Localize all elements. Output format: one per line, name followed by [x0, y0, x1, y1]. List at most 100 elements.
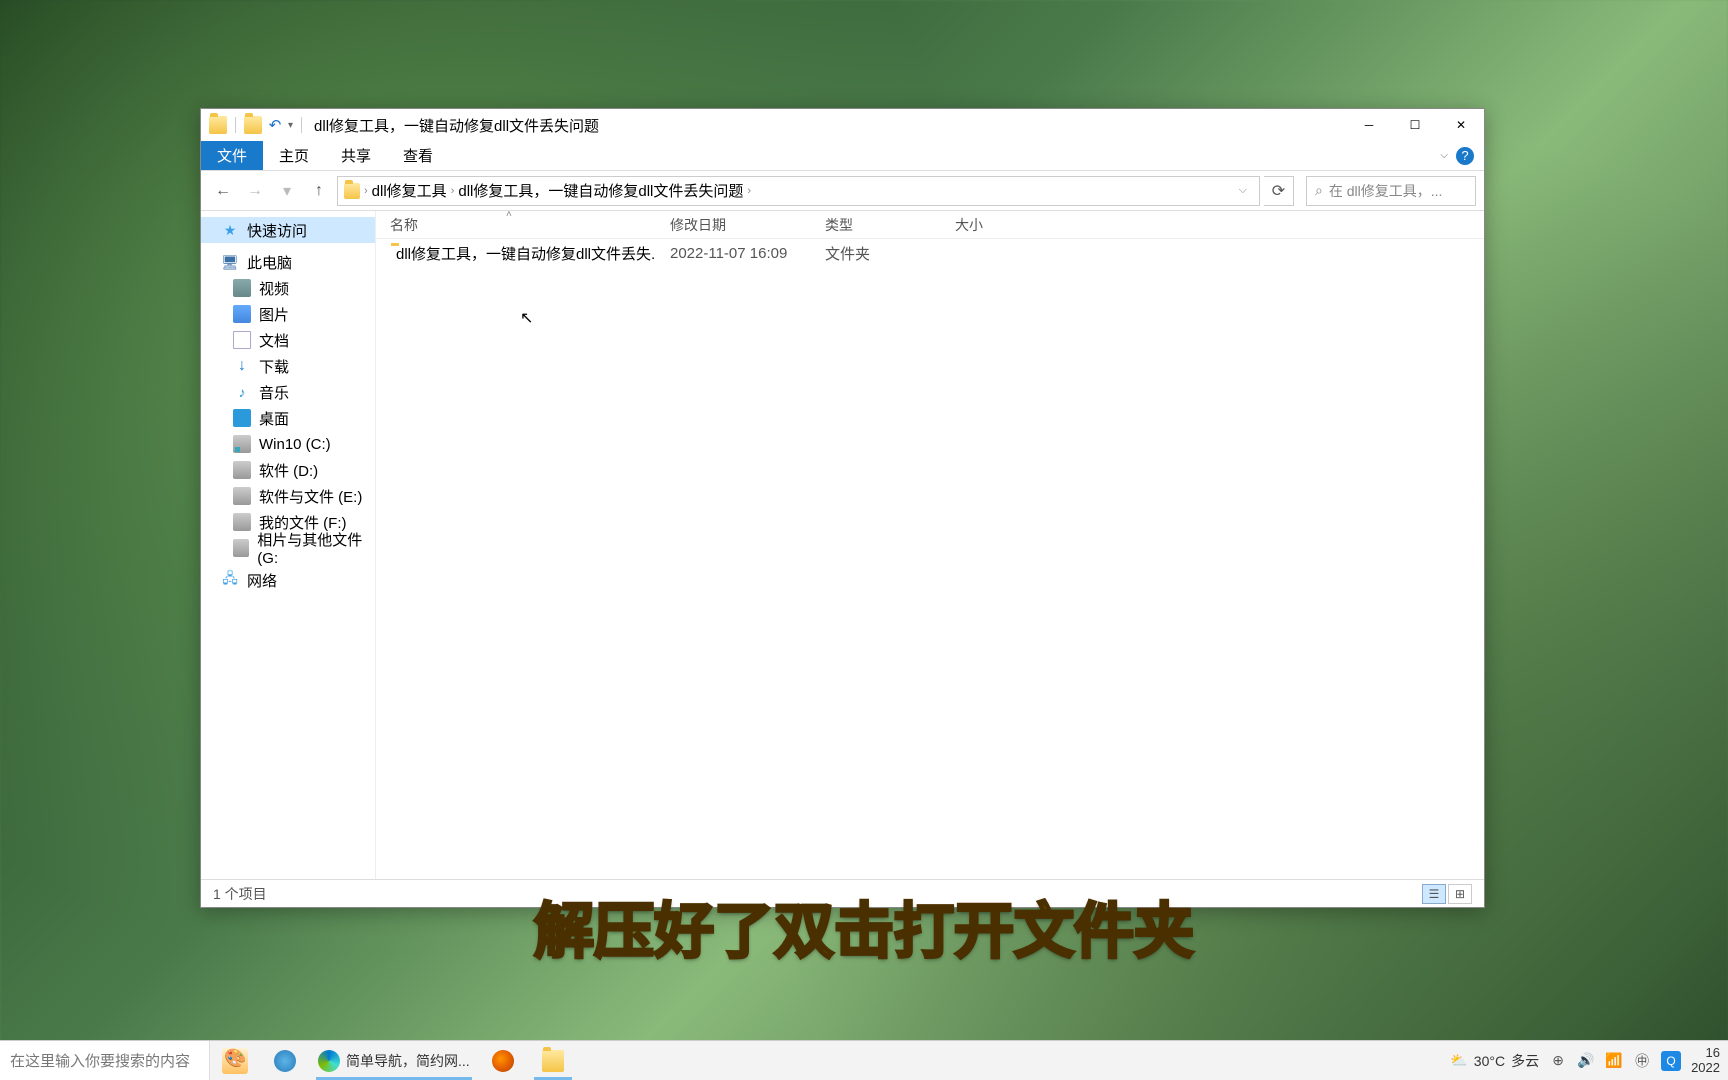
file-rows: dll修复工具，一键自动修复dll文件丢失... 2022-11-07 16:0…: [376, 239, 1484, 879]
search-placeholder: 在 dll修复工具，...: [1329, 181, 1443, 201]
firefox-icon: [492, 1050, 514, 1072]
icons-view-button[interactable]: ⊞: [1448, 884, 1472, 904]
navigation-pane: ★快速访问 🖥此电脑 视频 图片 文档 ↓下载 ♪音乐 桌面 Win10 (C:…: [201, 211, 376, 879]
sidebar-drive-g[interactable]: 相片与其他文件 (G:: [201, 535, 375, 561]
chevron-right-icon[interactable]: ›: [747, 185, 751, 197]
search-icon: ⌕: [1315, 182, 1323, 199]
sort-indicator-icon: ˄: [506, 211, 512, 220]
tab-view[interactable]: 查看: [387, 141, 449, 170]
content-area: ★快速访问 🖥此电脑 视频 图片 文档 ↓下载 ♪音乐 桌面 Win10 (C:…: [201, 211, 1484, 879]
up-button[interactable]: ↑: [305, 177, 333, 205]
tab-file[interactable]: 文件: [201, 141, 263, 170]
pc-icon: 🖥: [221, 253, 239, 271]
taskbar-app-explorer[interactable]: [528, 1041, 578, 1080]
file-row[interactable]: dll修复工具，一键自动修复dll文件丢失... 2022-11-07 16:0…: [376, 239, 1484, 267]
taskbar: 在这里输入你要搜索的内容 简单导航，简约网... ⛅ 30°C 多云 ⊕ 🔊 📶…: [0, 1040, 1728, 1080]
sidebar-drive-d[interactable]: 软件 (D:): [201, 457, 375, 483]
column-headers: ˄ 名称 修改日期 类型 大小: [376, 211, 1484, 239]
sidebar-videos[interactable]: 视频: [201, 275, 375, 301]
edge-icon: [318, 1050, 340, 1072]
tray-ime-icon[interactable]: ㊥: [1633, 1052, 1651, 1070]
back-button[interactable]: ←: [209, 177, 237, 205]
network-icon: 🖧: [221, 571, 239, 589]
sidebar-this-pc[interactable]: 🖥此电脑: [201, 249, 375, 275]
pictures-icon: [233, 305, 251, 323]
sidebar-pictures[interactable]: 图片: [201, 301, 375, 327]
sidebar-drive-c[interactable]: Win10 (C:): [201, 431, 375, 457]
address-bar[interactable]: › dll修复工具 › dll修复工具，一键自动修复dll文件丢失问题 › ⌵: [337, 176, 1260, 206]
document-icon: [233, 331, 251, 349]
drive-icon: [233, 461, 251, 479]
weather-icon: ⛅: [1450, 1052, 1467, 1069]
paint-icon: [222, 1048, 248, 1074]
sidebar-desktop[interactable]: 桌面: [201, 405, 375, 431]
taskbar-search[interactable]: 在这里输入你要搜索的内容: [0, 1041, 210, 1080]
chevron-down-icon[interactable]: ▾: [288, 120, 293, 131]
separator: [235, 117, 236, 133]
weather-desc: 多云: [1511, 1051, 1539, 1071]
sidebar-drive-e[interactable]: 软件与文件 (E:): [201, 483, 375, 509]
file-name: dll修复工具，一键自动修复dll文件丢失...: [396, 243, 656, 264]
system-tray: ⛅ 30°C 多云 ⊕ 🔊 📶 ㊥ Q 16 2022: [1450, 1046, 1728, 1075]
taskbar-clock[interactable]: 16 2022: [1691, 1046, 1720, 1075]
ribbon-tabs: 文件 主页 共享 查看 ⌵ ?: [201, 141, 1484, 171]
column-size[interactable]: 大小: [941, 215, 1021, 235]
maximize-button[interactable]: ☐: [1392, 109, 1438, 141]
sidebar-downloads[interactable]: ↓下载: [201, 353, 375, 379]
search-input[interactable]: ⌕ 在 dll修复工具，...: [1306, 176, 1476, 206]
column-type[interactable]: 类型: [811, 215, 941, 235]
window-title: dll修复工具，一键自动修复dll文件丢失问题: [314, 115, 599, 136]
video-subtitle: 解压好了双击打开文件夹: [534, 883, 1194, 970]
column-date[interactable]: 修改日期: [656, 215, 811, 235]
explorer-window: ↶ ▾ dll修复工具，一键自动修复dll文件丢失问题 ─ ☐ ✕ 文件 主页 …: [200, 108, 1485, 908]
undo-icon[interactable]: ↶: [266, 116, 284, 134]
forward-button[interactable]: →: [241, 177, 269, 205]
minimize-button[interactable]: ─: [1346, 109, 1392, 141]
refresh-button[interactable]: ⟳: [1264, 176, 1294, 206]
tab-home[interactable]: 主页: [263, 141, 325, 170]
taskbar-app-firefox[interactable]: [478, 1041, 528, 1080]
breadcrumb-segment[interactable]: dll修复工具，一键自动修复dll文件丢失问题: [458, 180, 743, 201]
tray-wifi-icon[interactable]: 📶: [1605, 1052, 1623, 1070]
drive-icon: [233, 539, 249, 557]
folder-icon: [344, 183, 360, 199]
close-button[interactable]: ✕: [1438, 109, 1484, 141]
sidebar-quick-access[interactable]: ★快速访问: [201, 217, 375, 243]
download-icon: ↓: [233, 357, 251, 375]
chevron-right-icon[interactable]: ›: [364, 185, 368, 197]
quick-access-toolbar: ↶ ▾: [209, 116, 306, 134]
weather-temp: 30°C: [1474, 1053, 1505, 1069]
titlebar[interactable]: ↶ ▾ dll修复工具，一键自动修复dll文件丢失问题 ─ ☐ ✕: [201, 109, 1484, 141]
drive-icon: [233, 487, 251, 505]
taskbar-app-edge[interactable]: 简单导航，简约网...: [310, 1041, 478, 1080]
drive-icon: [233, 435, 251, 453]
drive-icon: [233, 513, 251, 531]
address-dropdown-icon[interactable]: ⌵: [1233, 184, 1253, 197]
sidebar-documents[interactable]: 文档: [201, 327, 375, 353]
navigation-bar: ← → ▾ ↑ › dll修复工具 › dll修复工具，一键自动修复dll文件丢…: [201, 171, 1484, 211]
star-icon: ★: [221, 221, 239, 239]
folder-icon[interactable]: [244, 116, 262, 134]
taskbar-app-sogou[interactable]: [260, 1041, 310, 1080]
music-icon: ♪: [233, 383, 251, 401]
help-icon[interactable]: ?: [1456, 147, 1474, 165]
separator: [301, 117, 302, 133]
chevron-right-icon[interactable]: ›: [451, 185, 455, 197]
item-count: 1 个项目: [213, 884, 267, 904]
sidebar-network[interactable]: 🖧网络: [201, 567, 375, 593]
sidebar-music[interactable]: ♪音乐: [201, 379, 375, 405]
weather-widget[interactable]: ⛅ 30°C 多云: [1450, 1051, 1539, 1071]
tray-app-icon[interactable]: Q: [1661, 1051, 1681, 1071]
breadcrumb-segment[interactable]: dll修复工具: [372, 180, 447, 201]
file-date: 2022-11-07 16:09: [656, 245, 811, 262]
sogou-icon: [274, 1050, 296, 1072]
file-list-panel: ˄ 名称 修改日期 类型 大小 dll修复工具，一键自动修复dll文件丢失...…: [376, 211, 1484, 879]
taskbar-app-paint[interactable]: [210, 1041, 260, 1080]
details-view-button[interactable]: ☰: [1422, 884, 1446, 904]
tray-volume-icon[interactable]: 🔊: [1577, 1052, 1595, 1070]
ribbon-collapse-icon[interactable]: ⌵: [1440, 150, 1448, 161]
tab-share[interactable]: 共享: [325, 141, 387, 170]
tray-shield-icon[interactable]: ⊕: [1549, 1052, 1567, 1070]
column-name[interactable]: 名称: [376, 215, 656, 235]
history-dropdown[interactable]: ▾: [273, 177, 301, 205]
